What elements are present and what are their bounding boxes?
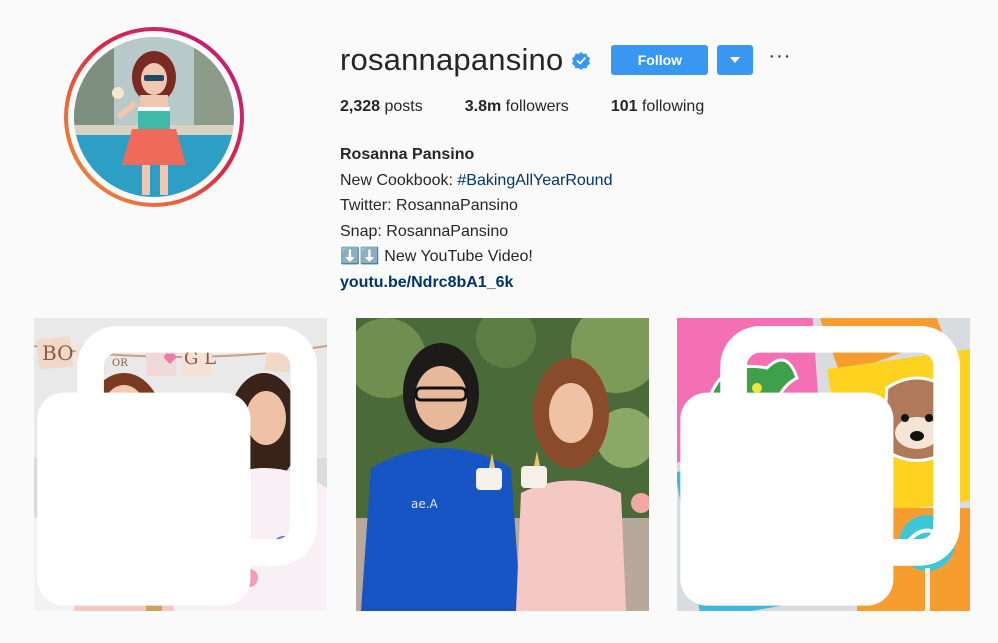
followers-label: followers [505,98,569,115]
profile-bio: Rosanna Pansino New Cookbook: #BakingAll… [340,142,980,295]
suggested-accounts-button[interactable] [717,45,754,75]
followers-stat[interactable]: 3.8m followers [465,98,569,116]
more-options-icon[interactable]: ··· [768,46,791,66]
avatar-photo [74,37,234,197]
profile-header: rosannapansino Follow ··· 2,328 posts 3.… [340,38,980,295]
following-count: 101 [610,98,638,115]
bio-line-cookbook-text: New Cookbook: [340,171,458,189]
profile-stats: 2,328 posts 3.8m followers 101 following [340,98,980,116]
multiple-photos-icon [37,326,317,606]
bio-external-link[interactable]: youtu.be/Ndrc8bA1_6k [340,274,513,291]
follow-button[interactable]: Follow [611,45,709,75]
hashtag-link[interactable]: #BakingAllYearRound [457,172,612,189]
post-tile[interactable] [677,318,970,611]
svg-text:ae.A: ae.A [411,497,439,511]
following-stat[interactable]: 101 following [611,98,704,116]
multiple-photos-icon [680,326,960,606]
profile-username: rosannapansino [340,42,564,77]
posts-label: posts [384,98,423,115]
post-tile[interactable]: ae.A [356,318,649,611]
posts-stat: 2,328 posts [340,98,423,116]
bio-line-snap: Snap: RosannaPansino [340,222,509,240]
following-label: following [641,98,705,115]
chevron-down-icon [730,57,741,63]
bio-line-cookbook: New Cookbook: #BakingAllYearRound [340,168,980,194]
profile-avatar[interactable] [64,27,244,207]
verified-badge-icon [572,52,591,70]
posts-count: 2,328 [340,98,381,115]
post-tile[interactable]: BO OR G L [34,318,327,611]
avatar-illustration [74,37,234,197]
bio-line-youtube: ⬇️⬇️ New YouTube Video! [340,248,533,265]
profile-full-name: Rosanna Pansino [340,146,475,163]
post-image-cupcakes: ae.A [356,318,649,611]
profile-title-row: rosannapansino Follow ··· [340,38,980,82]
bio-line-twitter: Twitter: RosannaPansino [340,197,518,214]
followers-count: 3.8m [464,98,502,115]
